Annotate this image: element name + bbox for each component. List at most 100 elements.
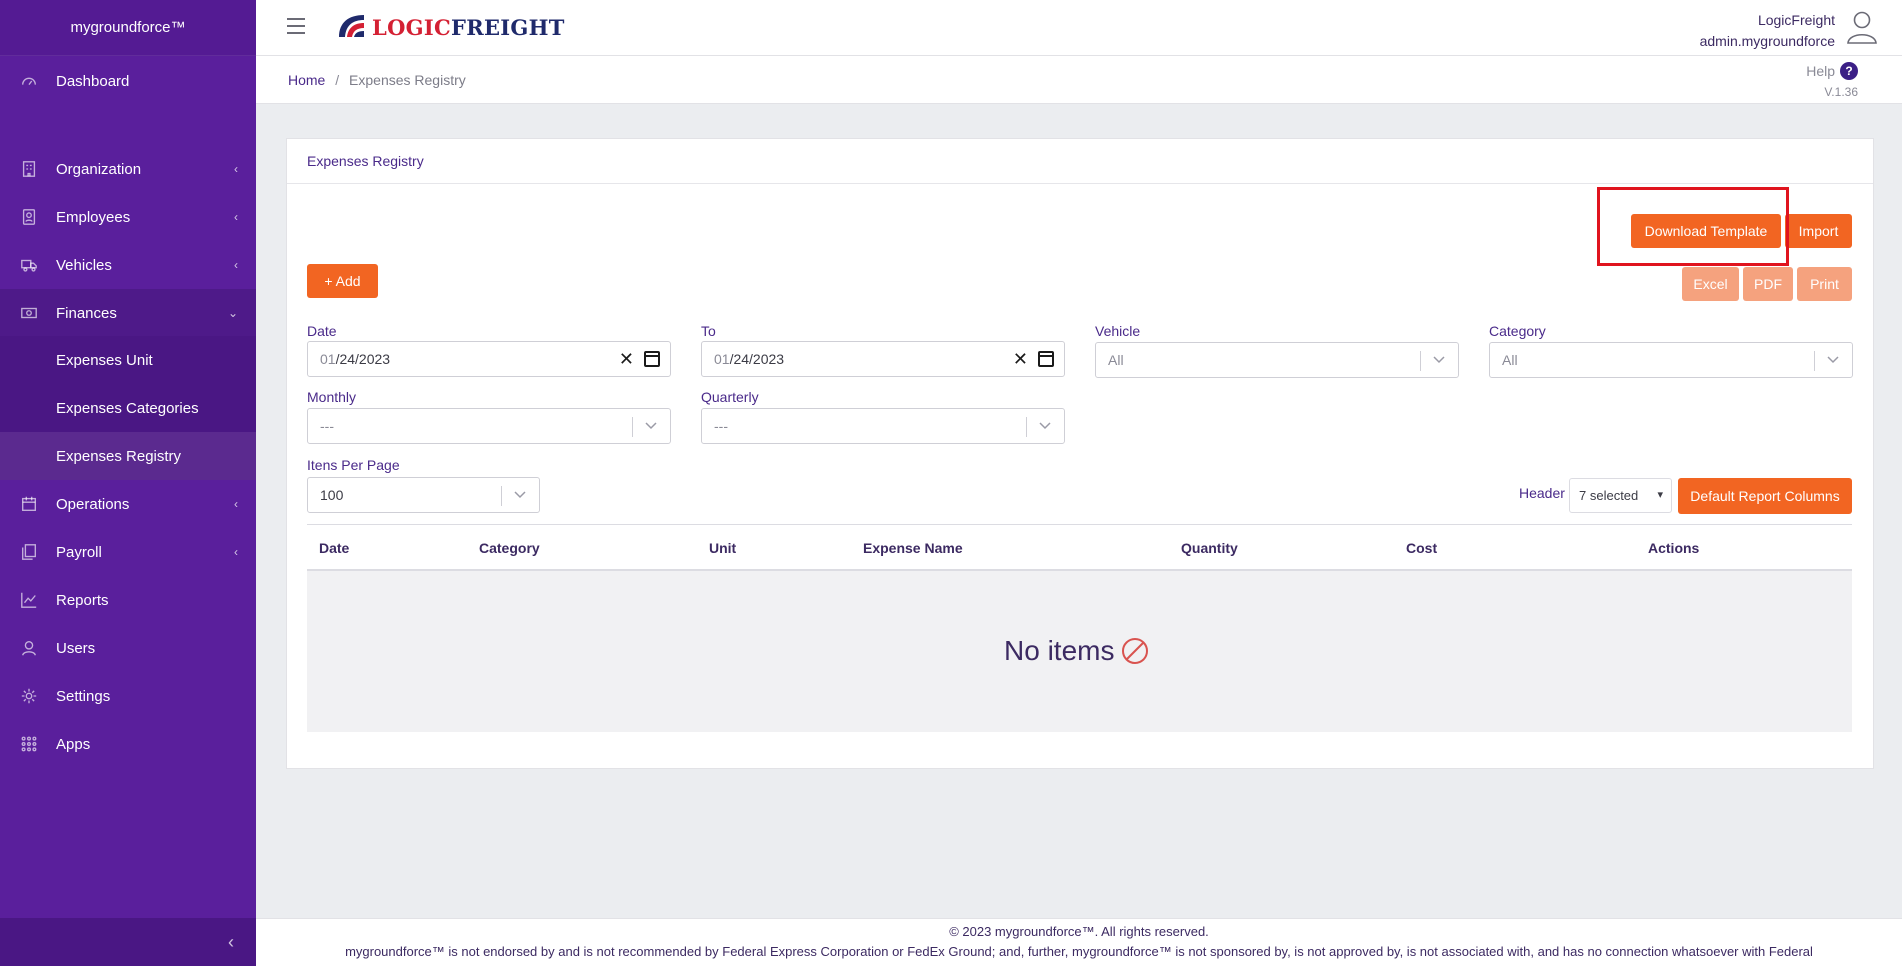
empty-message: No items <box>1004 635 1115 666</box>
date-from-rest: /24/2023 <box>335 351 391 367</box>
menu-toggle-icon[interactable] <box>287 18 305 34</box>
page-footer: © 2023 mygroundforce™. All rights reserv… <box>256 918 1902 966</box>
calendar-icon[interactable] <box>644 351 660 367</box>
clear-icon[interactable]: ✕ <box>1013 350 1028 368</box>
sidebar-item-settings[interactable]: Settings <box>0 672 256 720</box>
date-label: Date <box>307 323 337 339</box>
building-icon <box>20 160 38 178</box>
sidebar-subitem-expenses-unit[interactable]: Expenses Unit <box>0 336 256 384</box>
column-header-expense-name[interactable]: Expense Name <box>863 540 963 556</box>
chevron-down-icon <box>514 487 526 499</box>
select-separator <box>632 417 633 437</box>
add-button[interactable]: + Add <box>307 264 378 298</box>
chevron-left-icon: ‹ <box>234 258 238 272</box>
company-logo[interactable]: LOGICFREIGHT <box>336 11 565 43</box>
date-to-input[interactable]: 01/24/2023 ✕ <box>701 341 1065 377</box>
column-header-actions: Actions <box>1648 540 1700 556</box>
quarterly-select[interactable]: --- <box>701 408 1065 444</box>
expenses-table-header: Date Category Unit Expense Name Quantity… <box>307 524 1852 571</box>
items-per-page-label: Itens Per Page <box>307 457 400 473</box>
help-label: Help <box>1806 63 1835 79</box>
sidebar-item-label: Vehicles <box>56 256 112 274</box>
sidebar-item-label: Users <box>56 639 96 657</box>
header-columns-label: Header <box>1519 485 1565 501</box>
monthly-select-value: --- <box>320 418 334 434</box>
sidebar-item-apps[interactable]: Apps <box>0 720 256 768</box>
date-from-input[interactable]: 01/24/2023 ✕ <box>307 341 671 377</box>
sidebar-item-dashboard[interactable]: Dashboard <box>0 57 256 105</box>
money-icon <box>20 304 38 322</box>
logo-text: LOGICFREIGHT <box>372 15 565 40</box>
print-button[interactable]: Print <box>1797 267 1852 301</box>
highlight-annotation <box>1597 187 1789 266</box>
expenses-table-body: No items <box>307 571 1852 732</box>
sidebar-item-finances[interactable]: Finances ⌄ <box>0 289 256 337</box>
category-select[interactable]: All <box>1489 342 1853 378</box>
help-link[interactable]: Help ? <box>1806 62 1858 80</box>
chevron-down-icon <box>1433 352 1445 364</box>
chevron-down-icon <box>1827 352 1839 364</box>
items-per-page-select[interactable]: 100 <box>307 477 540 513</box>
column-header-date[interactable]: Date <box>319 540 349 556</box>
sidebar-item-users[interactable]: Users <box>0 624 256 672</box>
copy-icon <box>20 543 38 561</box>
pdf-button[interactable]: PDF <box>1743 267 1793 301</box>
truck-icon <box>20 256 38 274</box>
calendar-icon <box>20 495 38 513</box>
user-info[interactable]: LogicFreight admin.mygroundforce <box>1700 10 1835 52</box>
sidebar-item-label: Reports <box>56 591 109 609</box>
sidebar-collapse-button[interactable]: ‹ <box>0 918 256 966</box>
sidebar-item-employees[interactable]: Employees ‹ <box>0 193 256 241</box>
column-header-quantity[interactable]: Quantity <box>1181 540 1238 556</box>
monthly-select[interactable]: --- <box>307 408 671 444</box>
column-header-cost[interactable]: Cost <box>1406 540 1437 556</box>
vehicle-select-value: All <box>1108 352 1124 368</box>
excel-button[interactable]: Excel <box>1682 267 1739 301</box>
question-icon: ? <box>1840 62 1858 80</box>
sidebar-item-label: Dashboard <box>56 72 130 90</box>
top-header: LOGICFREIGHT LogicFreight admin.myground… <box>256 0 1902 56</box>
calendar-icon[interactable] <box>1038 351 1054 367</box>
chevron-left-icon: ‹ <box>234 497 238 511</box>
logo-text-logic: LOGIC <box>372 14 452 40</box>
date-to-rest: /24/2023 <box>729 351 785 367</box>
gear-icon <box>20 687 38 705</box>
date-from-month: 01 <box>320 351 336 367</box>
sidebar-item-operations[interactable]: Operations ‹ <box>0 480 256 528</box>
date-to-month: 01 <box>714 351 730 367</box>
select-separator <box>501 486 502 506</box>
sidebar-item-label: Finances <box>56 304 117 322</box>
clear-icon[interactable]: ✕ <box>619 350 634 368</box>
sidebar-item-organization[interactable]: Organization ‹ <box>0 145 256 193</box>
header-columns-select[interactable]: 7 selected ▾ <box>1569 478 1672 513</box>
default-report-columns-button[interactable]: Default Report Columns <box>1678 478 1852 514</box>
sidebar-item-reports[interactable]: Reports <box>0 576 256 624</box>
sidebar-item-label: Organization <box>56 160 142 178</box>
prohibited-icon <box>1122 638 1149 664</box>
username: admin.mygroundforce <box>1699 33 1835 49</box>
import-button[interactable]: Import <box>1785 214 1852 248</box>
column-header-category[interactable]: Category <box>479 540 540 556</box>
chevron-down-icon: ▾ <box>1657 489 1663 501</box>
vehicle-select[interactable]: All <box>1095 342 1459 378</box>
card-title: Expenses Registry <box>287 139 1873 184</box>
sidebar-subitem-expenses-registry[interactable]: Expenses Registry <box>0 432 256 480</box>
footer-copyright: © 2023 mygroundforce™. All rights reserv… <box>949 924 1209 939</box>
logo-text-freight: FREIGHT <box>451 14 565 40</box>
breadcrumb-home-link[interactable]: Home <box>288 72 325 88</box>
quarterly-select-value: --- <box>714 418 728 434</box>
quarterly-label: Quarterly <box>701 389 759 405</box>
sidebar-item-label: Operations <box>56 495 130 513</box>
category-label: Category <box>1489 323 1546 339</box>
user-icon <box>20 639 38 657</box>
sidebar-item-payroll[interactable]: Payroll ‹ <box>0 528 256 576</box>
sidebar-subitem-expenses-categories[interactable]: Expenses Categories <box>0 384 256 432</box>
chevron-down-icon: ⌄ <box>227 306 238 320</box>
select-separator <box>1026 417 1027 437</box>
footer-disclaimer: mygroundforce™ is not endorsed by and is… <box>345 944 1813 959</box>
sidebar-item-vehicles[interactable]: Vehicles ‹ <box>0 241 256 289</box>
breadcrumb-bar: Home / Expenses Registry Help ? V.1.36 <box>256 56 1902 104</box>
empty-state: No items <box>1004 635 1149 667</box>
user-avatar-icon[interactable] <box>1846 10 1878 44</box>
column-header-unit[interactable]: Unit <box>709 540 736 556</box>
